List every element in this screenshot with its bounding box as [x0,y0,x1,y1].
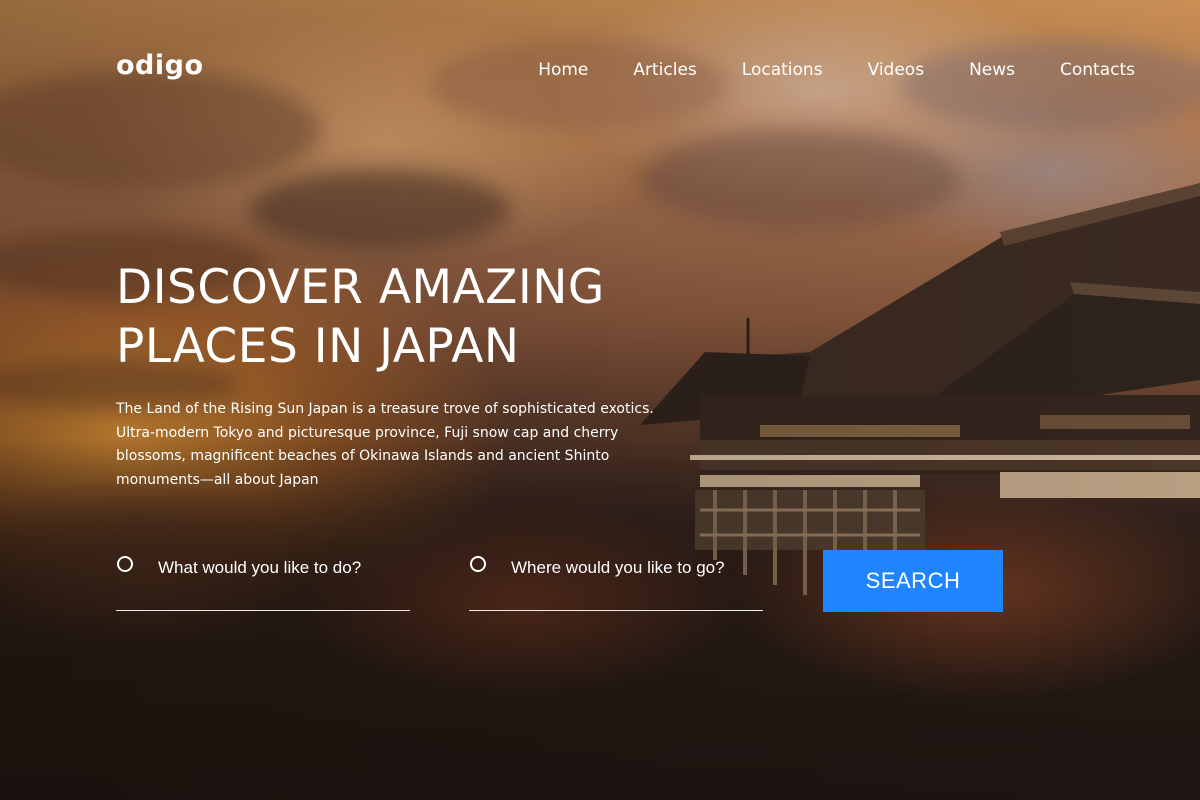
search-button[interactable]: SEARCH [823,550,1003,612]
hero-title-line-1: DISCOVER AMAZING [116,260,605,315]
main-navigation: Home Articles Locations Videos News Cont… [493,60,1135,80]
nav-item-contacts[interactable]: Contacts [1060,60,1135,80]
destination-radio-icon[interactable] [470,556,486,572]
hero-title-line-2: PLACES IN JAPAN [116,319,520,374]
nav-item-videos[interactable]: Videos [868,60,925,80]
hero-title: DISCOVER AMAZING PLACES IN JAPAN [116,258,676,376]
nav-item-articles[interactable]: Articles [633,60,696,80]
destination-field-label: Where would you like to go? [511,558,725,577]
brand-logo[interactable]: odigo [116,50,204,81]
activity-field-label: What would you like to do? [158,558,362,577]
nav-item-home[interactable]: Home [538,60,588,80]
hero-description: The Land of the Rising Sun Japan is a tr… [116,401,654,488]
activity-search-field[interactable]: What would you like to do? [116,552,410,611]
destination-search-field[interactable]: Where would you like to go? [469,552,763,611]
activity-radio-icon[interactable] [117,556,133,572]
nav-item-locations[interactable]: Locations [742,60,823,80]
nav-item-news[interactable]: News [969,60,1015,80]
